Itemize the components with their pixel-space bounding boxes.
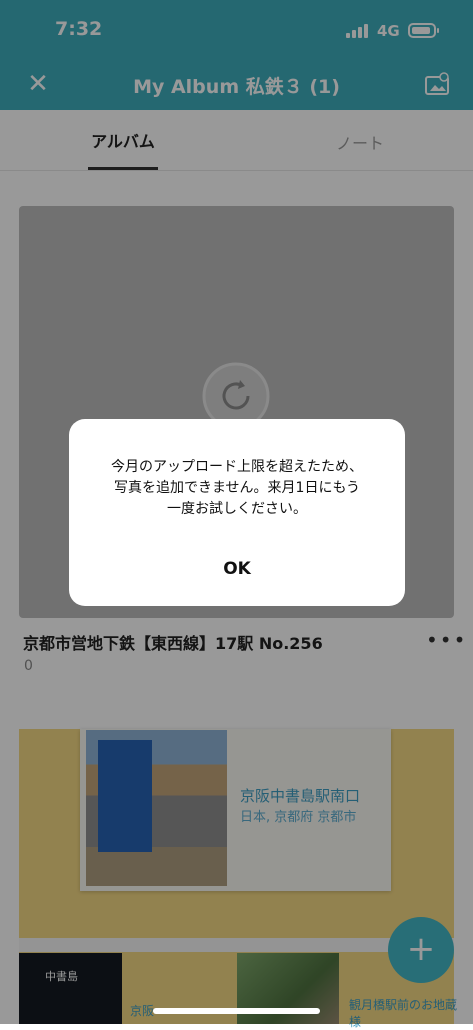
- home-indicator[interactable]: [153, 1008, 320, 1014]
- alert-message: 今月のアップロード上限を超えたため、写真を追加できません。来月1日にもう一度お試…: [111, 459, 363, 517]
- ok-button[interactable]: OK: [69, 553, 405, 589]
